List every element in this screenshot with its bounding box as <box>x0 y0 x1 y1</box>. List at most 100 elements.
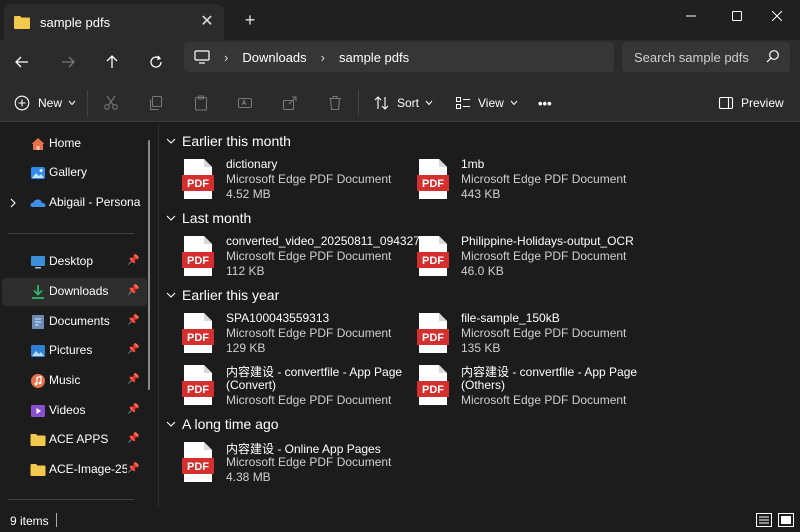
sidebar-item-label: ACE-Image-25- <box>49 462 127 476</box>
close-tab-button[interactable]: ✕ <box>198 12 216 30</box>
pdf-badge-text: PDF <box>187 178 209 190</box>
file-type: Microsoft Edge PDF Document <box>461 393 627 407</box>
file-item[interactable]: PDF 内容建设 - convertfile - App Page (Conve… <box>160 363 402 411</box>
file-name: 1mb <box>461 157 485 171</box>
new-button[interactable]: New <box>14 90 76 116</box>
sidebar-item-desktop[interactable]: Desktop 📌 <box>0 248 150 276</box>
rename-icon <box>237 97 253 109</box>
chevron-down-icon <box>166 215 176 221</box>
trash-icon <box>329 95 341 111</box>
pin-icon: 📌 <box>127 433 140 444</box>
share-icon <box>282 96 297 111</box>
file-item[interactable]: PDF Philippine-Holidays-output_OCR Micro… <box>395 234 634 282</box>
refresh-button[interactable] <box>140 46 172 78</box>
file-size: 46.0 KB <box>461 264 504 278</box>
file-type: Microsoft Edge PDF Document <box>461 172 627 186</box>
sidebar-item-music[interactable]: Music 📌 <box>0 367 150 395</box>
sort-button[interactable]: Sort <box>374 90 433 116</box>
pictures-icon <box>31 345 45 357</box>
pdf-file-icon: PDF <box>417 159 449 199</box>
details-view-icon[interactable] <box>756 513 772 527</box>
file-size: 4.38 MB <box>226 470 271 484</box>
sidebar-item-ace-image[interactable]: ACE-Image-25- 📌 <box>0 456 150 484</box>
pin-icon: 📌 <box>127 255 140 266</box>
sidebar-item-downloads[interactable]: Downloads 📌 <box>2 278 147 306</box>
group-header-a-long-time-ago[interactable]: A long time ago <box>160 414 279 434</box>
pdf-file-icon: PDF <box>182 236 214 276</box>
address-bar[interactable]: › Downloads › sample pdfs <box>184 42 614 72</box>
preview-button[interactable]: Preview <box>718 90 784 116</box>
copy-button[interactable] <box>148 90 164 116</box>
pane-divider[interactable] <box>158 123 159 508</box>
pdf-badge-text: PDF <box>187 255 209 267</box>
tab-title: sample pdfs <box>40 14 111 30</box>
monitor-icon <box>194 50 210 64</box>
sidebar-item-onedrive-personal[interactable]: Abigail - Personal <box>0 189 150 217</box>
back-button[interactable] <box>6 46 38 78</box>
arrow-right-icon <box>62 56 75 68</box>
pin-icon: 📌 <box>127 315 140 326</box>
sidebar-item-documents[interactable]: Documents 📌 <box>0 308 150 336</box>
chevron-down-icon <box>166 421 176 427</box>
file-item[interactable]: PDF 1mb Microsoft Edge PDF Document 443 … <box>395 157 627 205</box>
close-window-button[interactable] <box>754 0 800 32</box>
file-item[interactable]: PDF 内容建设 - Online App Pages Microsoft Ed… <box>160 440 391 488</box>
cut-button[interactable] <box>103 90 119 116</box>
file-type: Microsoft Edge PDF Document <box>461 249 627 263</box>
rename-button[interactable] <box>237 90 253 116</box>
file-item[interactable]: PDF SPA100043559313 Microsoft Edge PDF D… <box>160 311 391 359</box>
preview-pane-icon <box>718 96 734 110</box>
forward-button[interactable] <box>52 46 84 78</box>
sort-icon <box>374 96 389 110</box>
pdf-badge-text: PDF <box>422 384 444 396</box>
sidebar-item-videos[interactable]: Videos 📌 <box>0 397 150 425</box>
pin-icon: 📌 <box>127 285 140 296</box>
search-input[interactable]: Search sample pdfs <box>622 42 790 72</box>
preview-label: Preview <box>741 96 784 110</box>
pin-icon: 📌 <box>127 344 140 355</box>
file-size: 443 KB <box>461 187 501 201</box>
share-button[interactable] <box>282 90 298 116</box>
sidebar-item-label: Gallery <box>49 165 88 179</box>
documents-icon <box>32 315 44 329</box>
tab-sample-pdfs[interactable]: sample pdfs ✕ <box>4 4 224 40</box>
new-tab-button[interactable]: + <box>240 10 260 30</box>
view-button[interactable]: View <box>455 90 518 116</box>
sidebar-item-ace-apps[interactable]: ACE APPS 📌 <box>0 426 150 454</box>
group-header-earlier-this-month[interactable]: Earlier this month <box>160 131 291 151</box>
sidebar-item-pictures[interactable]: Pictures 📌 <box>0 337 150 365</box>
chevron-right-icon <box>10 198 16 208</box>
file-name: dictionary <box>226 157 278 171</box>
file-item[interactable]: PDF 内容建设 - convertfile - App Page (Other… <box>395 363 637 411</box>
minimize-icon <box>686 15 696 17</box>
more-options-button[interactable]: ••• <box>538 90 552 116</box>
minimize-button[interactable] <box>668 0 714 32</box>
sidebar-item-home[interactable]: Home <box>0 130 150 158</box>
file-item[interactable]: PDF dictionary Microsoft Edge PDF Docume… <box>160 157 391 205</box>
sidebar-item-label: Abigail - Personal <box>49 195 141 209</box>
home-icon <box>31 138 45 150</box>
pdf-badge-text: PDF <box>422 255 444 267</box>
breadcrumb-downloads[interactable]: Downloads <box>242 50 306 65</box>
sidebar-item-label: Pictures <box>49 343 93 357</box>
paste-button[interactable] <box>193 90 209 116</box>
sort-label: Sort <box>397 96 420 110</box>
pdf-file-icon: PDF <box>182 159 214 199</box>
tiles-view-icon[interactable] <box>778 513 794 527</box>
group-header-earlier-this-year[interactable]: Earlier this year <box>160 285 279 305</box>
file-item[interactable]: PDF converted_video_20250811_094327 Micr… <box>160 234 420 282</box>
up-button[interactable] <box>96 46 128 78</box>
file-item[interactable]: PDF file-sample_150kB Microsoft Edge PDF… <box>395 311 626 359</box>
pdf-file-icon: PDF <box>417 365 449 405</box>
group-header-last-month[interactable]: Last month <box>160 208 251 228</box>
onedrive-icon <box>30 199 46 207</box>
sidebar-scrollbar[interactable] <box>148 140 150 390</box>
group-title: Earlier this year <box>182 287 280 303</box>
breadcrumb-sample-pdfs[interactable]: sample pdfs <box>339 50 409 65</box>
group-title: Earlier this month <box>182 133 291 149</box>
pdf-badge-text: PDF <box>187 384 209 396</box>
pin-icon: 📌 <box>127 404 140 415</box>
sidebar-item-gallery[interactable]: Gallery <box>0 159 150 187</box>
sidebar-item-label: ACE APPS <box>49 432 109 446</box>
delete-button[interactable] <box>327 90 343 116</box>
